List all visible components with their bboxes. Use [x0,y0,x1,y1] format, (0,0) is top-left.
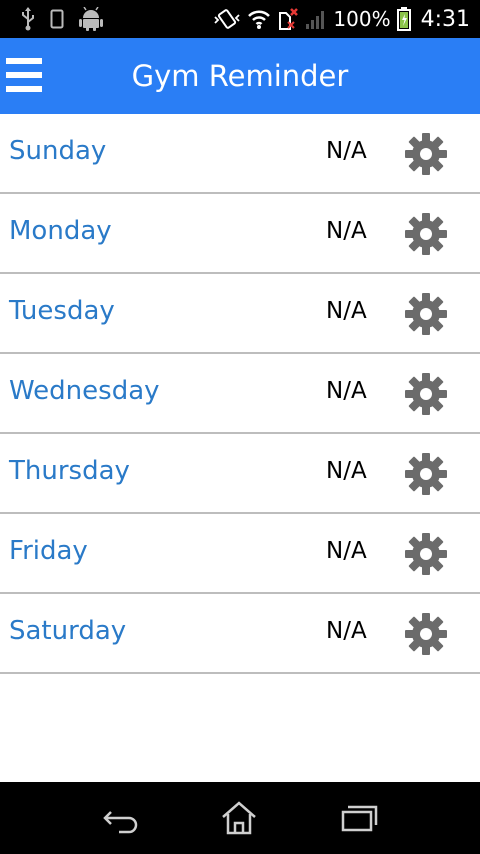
day-row-thursday[interactable]: Thursday N/A [0,434,480,514]
navigation-bar [0,782,480,854]
day-reminder-value: N/A [326,298,367,324]
home-icon[interactable] [219,800,259,836]
screen: 100% 4:31 Gym Reminder Sunday N/A Monday… [0,0,480,854]
day-reminder-value: N/A [326,138,367,164]
day-row-wednesday[interactable]: Wednesday N/A [0,354,480,434]
app-title: Gym Reminder [131,59,349,93]
gear-icon[interactable] [404,612,448,656]
recent-apps-icon[interactable] [339,800,379,836]
status-bar: 100% 4:31 [0,0,480,38]
app-bar: Gym Reminder [0,38,480,114]
day-reminder-value: N/A [326,538,367,564]
day-reminder-value: N/A [326,378,367,404]
day-reminder-value: N/A [326,218,367,244]
gear-icon[interactable] [404,292,448,336]
phone-outline-icon [50,9,64,29]
usb-icon [20,7,36,31]
day-name: Friday [9,536,88,566]
day-reminder-value: N/A [326,618,367,644]
day-name: Tuesday [9,296,115,326]
back-icon[interactable] [101,800,141,836]
battery-percent: 100% [333,7,391,31]
gear-icon[interactable] [404,452,448,496]
day-row-saturday[interactable]: Saturday N/A [0,594,480,674]
sim-no-signal-icon [277,7,299,31]
android-icon [78,7,104,31]
battery-charging-icon [396,7,411,31]
day-list: Sunday N/A Monday N/A Tuesday N/A Wednes… [0,114,480,674]
day-name: Wednesday [9,376,160,406]
day-name: Thursday [9,456,130,486]
clock: 4:31 [420,6,470,32]
day-row-sunday[interactable]: Sunday N/A [0,114,480,194]
signal-icon [305,8,327,30]
day-row-friday[interactable]: Friday N/A [0,514,480,594]
gear-icon[interactable] [404,212,448,256]
wifi-icon [247,8,271,30]
day-name: Monday [9,216,112,246]
vibrate-icon [213,7,241,31]
gear-icon[interactable] [404,132,448,176]
day-name: Sunday [9,136,107,166]
day-reminder-value: N/A [326,458,367,484]
gear-icon[interactable] [404,532,448,576]
day-row-monday[interactable]: Monday N/A [0,194,480,274]
gear-icon[interactable] [404,372,448,416]
day-row-tuesday[interactable]: Tuesday N/A [0,274,480,354]
day-name: Saturday [9,616,127,646]
